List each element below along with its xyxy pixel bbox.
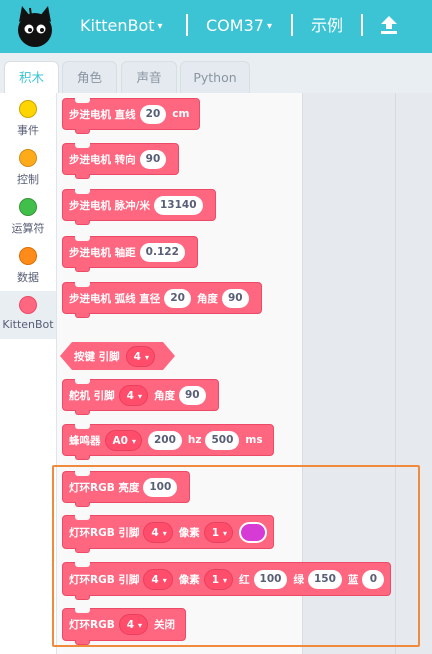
button-pin-reporter[interactable]: 按键 引脚 4 ▾ <box>60 342 175 370</box>
top-bar: KittenBot ▾ COM37 ▾ 示例 <box>0 0 432 53</box>
stepper-turn-block[interactable]: 步进电机 转向 90 <box>62 143 180 179</box>
ppm-input[interactable]: 13140 <box>154 195 203 215</box>
port-menu-label: COM37 <box>206 16 264 35</box>
device-menu-label: KittenBot <box>80 16 155 35</box>
category-sidebar: 事件 控制 运算符 数据 KittenBot <box>0 93 57 654</box>
events-color-dot <box>19 100 37 118</box>
chevron-down-icon: ▾ <box>131 436 136 446</box>
block-label: 步进电机 转向 <box>69 153 136 166</box>
block-label: 舵机 引脚 <box>69 389 115 402</box>
block-label: 按键 引脚 <box>74 350 120 363</box>
duration-input[interactable]: 500 <box>205 430 240 450</box>
stepper-line-block[interactable]: 步进电机 直线 20 cm <box>62 98 201 134</box>
unit-label: hz <box>187 434 202 446</box>
category-label: KittenBot <box>2 318 54 331</box>
unit-label: cm <box>172 108 190 120</box>
device-menu[interactable]: KittenBot ▾ <box>80 0 163 53</box>
unit-label: ms <box>245 434 263 446</box>
pin-dropdown[interactable]: A0 ▾ <box>104 429 142 451</box>
category-operators[interactable]: 运算符 <box>0 193 56 241</box>
chevron-down-icon: ▾ <box>266 21 272 32</box>
upload-icon[interactable] <box>380 15 398 35</box>
category-label: 数据 <box>17 271 39 284</box>
category-label: 运算符 <box>11 222 45 235</box>
category-label: 事件 <box>17 124 39 137</box>
block-label: 步进电机 直线 <box>69 108 136 121</box>
dropdown-value: A0 <box>112 434 128 447</box>
tab-sprites[interactable]: 角色 <box>62 61 117 93</box>
servo-block[interactable]: 舵机 引脚 4 ▾ 角度 90 <box>62 379 219 415</box>
stepper-ppm-block[interactable]: 步进电机 脉冲/米 13140 <box>62 189 216 225</box>
kittenbot-logo-icon <box>18 6 52 47</box>
dropdown-value: 4 <box>126 389 134 402</box>
frequency-input[interactable]: 200 <box>147 430 182 450</box>
stepper-arc-block[interactable]: 步进电机 弧线 直径 20 角度 90 <box>62 282 262 318</box>
category-label: 控制 <box>17 173 39 186</box>
category-events[interactable]: 事件 <box>0 95 56 143</box>
control-color-dot <box>19 149 37 167</box>
block-label: 步进电机 弧线 直径 <box>69 292 161 305</box>
pin-dropdown[interactable]: 4 ▾ <box>118 384 148 406</box>
data-color-dot <box>19 247 37 265</box>
block-label: 步进电机 轴距 <box>69 246 136 259</box>
tab-python[interactable]: Python <box>180 61 250 93</box>
block-label: 步进电机 脉冲/米 <box>69 199 150 212</box>
tab-bar: 积木 角色 声音 Python <box>0 53 432 94</box>
degree-input[interactable]: 90 <box>139 149 167 169</box>
port-menu[interactable]: COM37 ▾ <box>206 0 272 53</box>
examples-menu[interactable]: 示例 <box>311 0 343 53</box>
category-kittenbot[interactable]: KittenBot <box>0 291 56 339</box>
angle-label: 角度 <box>196 292 218 305</box>
angle-input[interactable]: 90 <box>178 385 206 405</box>
rgb-blocks-highlight <box>52 465 420 647</box>
examples-menu-label: 示例 <box>311 16 344 35</box>
chevron-down-icon: ▾ <box>157 21 163 32</box>
buzzer-block[interactable]: 蜂鸣器 A0 ▾ 200 hz 500 ms <box>62 424 274 460</box>
menu-divider <box>361 14 363 36</box>
stepper-axle-block[interactable]: 步进电机 轴距 0.122 <box>62 236 198 272</box>
kittenbot-color-dot <box>19 296 37 314</box>
tab-blocks[interactable]: 积木 <box>4 61 59 94</box>
axle-input[interactable]: 0.122 <box>139 242 185 262</box>
distance-input[interactable]: 20 <box>139 104 167 124</box>
operators-color-dot <box>19 198 37 216</box>
angle-label: 角度 <box>153 389 175 402</box>
tab-sounds[interactable]: 声音 <box>121 61 177 93</box>
menu-divider <box>291 14 293 36</box>
pin-dropdown[interactable]: 4 ▾ <box>126 346 155 367</box>
block-label: 蜂鸣器 <box>69 434 101 447</box>
diameter-input[interactable]: 20 <box>164 288 191 308</box>
chevron-down-icon: ▾ <box>144 352 149 362</box>
angle-input[interactable]: 90 <box>221 288 249 308</box>
category-data[interactable]: 数据 <box>0 242 56 290</box>
category-control[interactable]: 控制 <box>0 144 56 192</box>
dropdown-value: 4 <box>133 350 141 363</box>
chevron-down-icon: ▾ <box>137 391 142 401</box>
menu-divider <box>186 14 188 36</box>
